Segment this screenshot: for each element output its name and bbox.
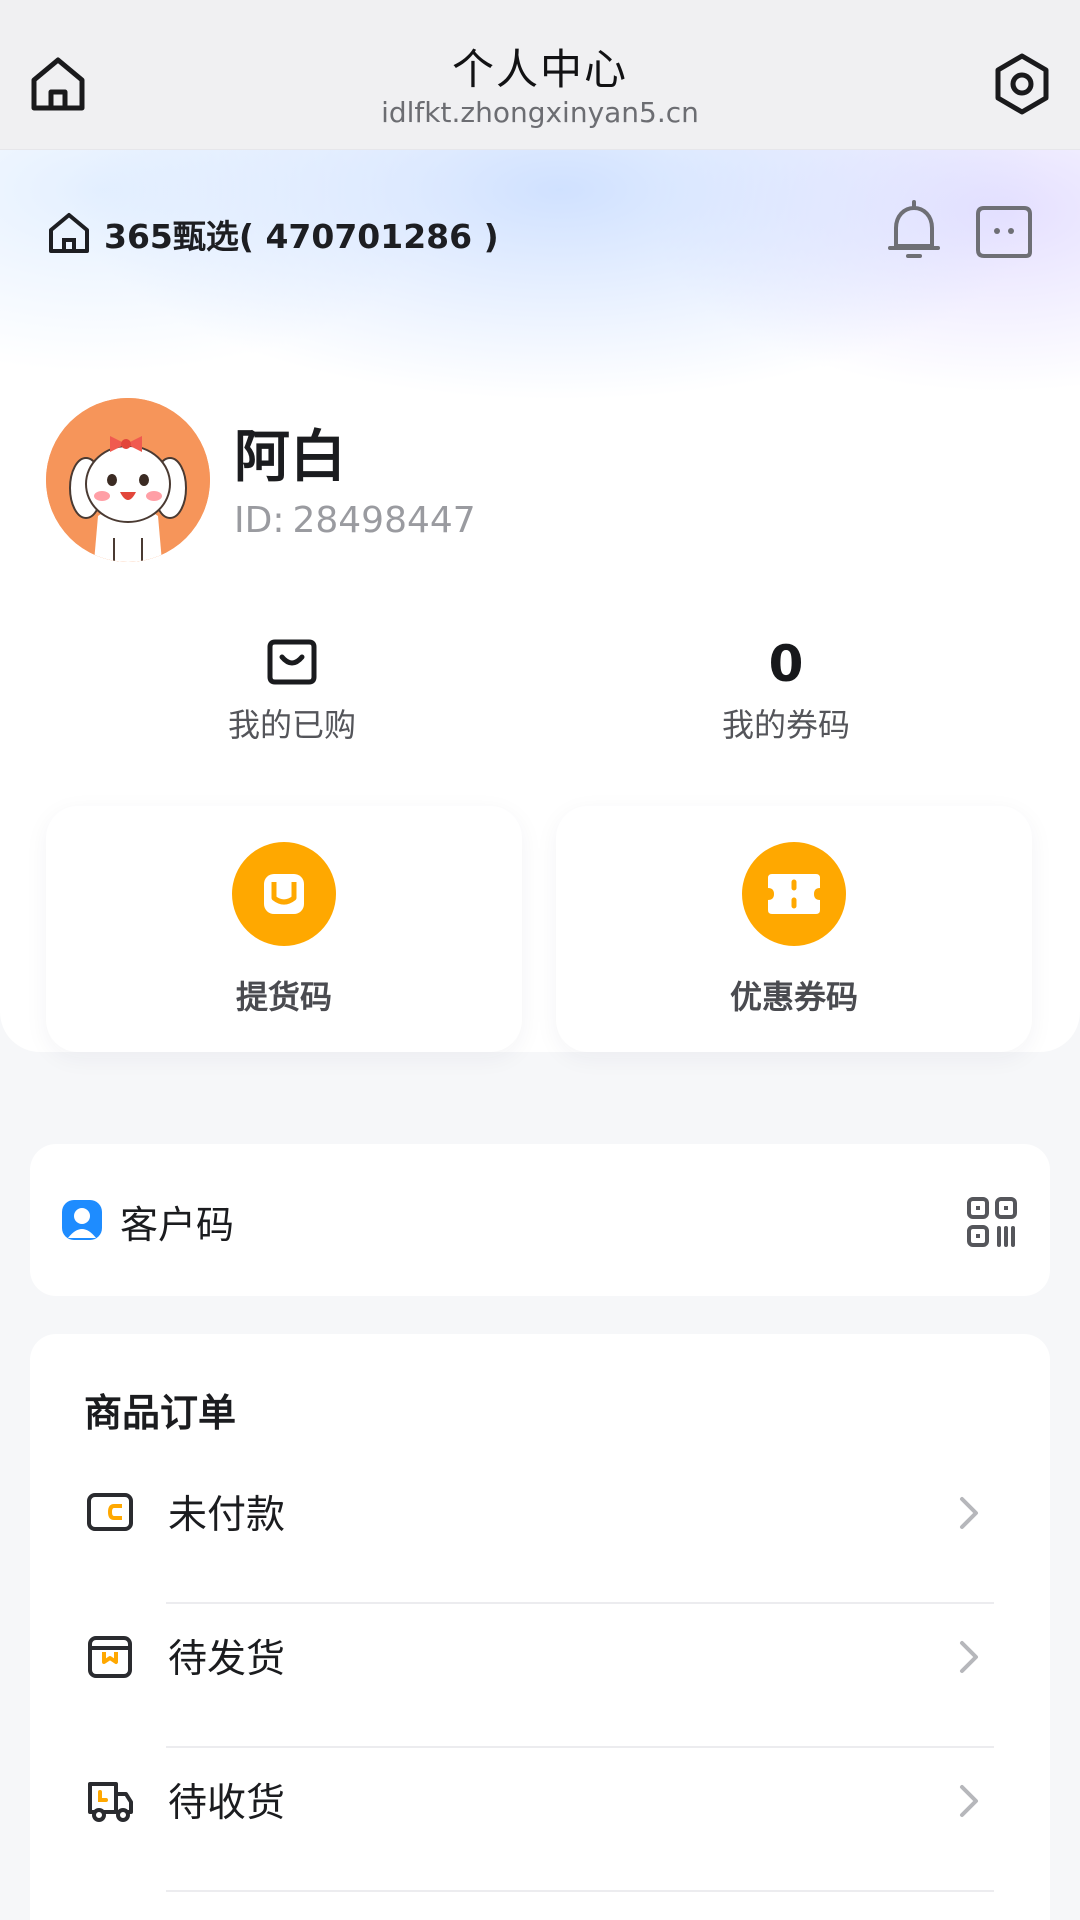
order-row-to-ship[interactable]: 待发货 xyxy=(30,1604,1050,1748)
my-purchases-label: 我的已购 xyxy=(227,706,356,744)
settings-gear-icon[interactable] xyxy=(990,52,1054,116)
customer-profile-icon xyxy=(60,1198,104,1242)
row-divider xyxy=(166,1890,994,1892)
coupon-ticket-icon xyxy=(742,842,846,946)
orders-section: 商品订单 未付款 待发货 待收货 xyxy=(30,1334,1050,1920)
bell-icon[interactable] xyxy=(884,200,944,262)
order-label-unpaid: 未付款 xyxy=(168,1493,286,1538)
profile-hero: 365甄选( 470701286 ) 阿白 ID: 28498447 我的已购 … xyxy=(0,150,1080,1052)
qr-code-icon[interactable] xyxy=(966,1196,1018,1248)
chevron-right-icon xyxy=(956,1782,982,1820)
order-row-unpaid[interactable]: 未付款 xyxy=(30,1460,1050,1604)
pickup-code-button[interactable]: 提货码 xyxy=(46,806,522,1052)
my-coupons-label: 我的券码 xyxy=(721,706,850,744)
chevron-right-icon xyxy=(956,1638,982,1676)
wallet-icon xyxy=(86,1488,134,1536)
pickup-code-label: 提货码 xyxy=(235,978,332,1016)
customer-code-row[interactable]: 客户码 xyxy=(30,1144,1050,1296)
order-label-to-ship: 待发货 xyxy=(168,1637,286,1682)
orders-title: 商品订单 xyxy=(84,1391,237,1435)
coupons-count: 0 xyxy=(768,635,804,693)
page-url: idlfkt.zhongxinyan5.cn xyxy=(381,96,699,129)
chevron-right-icon xyxy=(956,1494,982,1532)
message-icon[interactable] xyxy=(974,204,1034,260)
store-name[interactable]: 365甄选( 470701286 ) xyxy=(104,210,499,258)
user-avatar[interactable] xyxy=(46,398,210,562)
pickup-code-icon xyxy=(232,842,336,946)
store-home-icon[interactable] xyxy=(46,210,92,256)
user-id-value: 28498447 xyxy=(292,500,476,541)
user-id: ID: 28498447 xyxy=(234,500,476,541)
store-bar: 365甄选( 470701286 ) xyxy=(0,200,1080,270)
coupon-code-label: 优惠券码 xyxy=(729,978,858,1016)
page-title: 个人中心 xyxy=(451,45,628,94)
my-coupons-stat[interactable]: 0 我的券码 xyxy=(636,634,936,746)
order-label-to-receive: 待收货 xyxy=(168,1781,286,1826)
customer-code-label: 客户码 xyxy=(120,1203,235,1247)
order-row-to-receive[interactable]: 待收货 xyxy=(30,1748,1050,1892)
browser-header: 个人中心 idlfkt.zhongxinyan5.cn xyxy=(0,0,1080,150)
box-icon xyxy=(86,1632,134,1680)
shopping-bag-icon xyxy=(267,639,317,689)
my-purchases-stat[interactable]: 我的已购 xyxy=(142,634,442,746)
coupon-code-button[interactable]: 优惠券码 xyxy=(556,806,1032,1052)
truck-icon xyxy=(86,1776,134,1824)
user-id-label: ID: xyxy=(234,500,285,541)
user-name: 阿白 xyxy=(234,425,346,490)
